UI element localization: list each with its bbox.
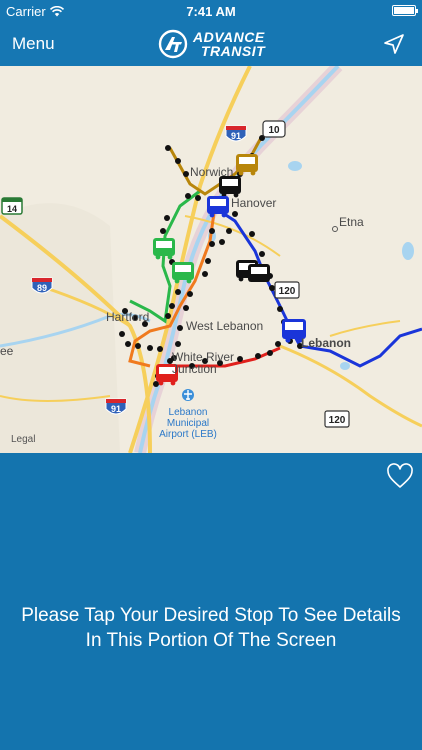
label-junction: Junction <box>172 362 217 376</box>
shield-us10-label: 10 <box>268 125 280 136</box>
airport-icon <box>182 389 194 401</box>
shield-vt14-label: 14 <box>7 204 17 214</box>
logo-mark-icon <box>158 29 188 59</box>
location-button[interactable] <box>382 32 406 61</box>
label-partial-left: ee <box>0 344 14 358</box>
label-airport-3: Airport (LEB) <box>159 429 217 440</box>
label-airport-1: Lebanon <box>169 407 208 418</box>
status-bar: Carrier 7:41 AM <box>0 0 422 22</box>
shield-nh120-a: 120 <box>274 281 300 299</box>
shield-vt14: 14 <box>1 197 23 215</box>
shield-i91-top-label: 91 <box>231 131 241 141</box>
label-norwich: Norwich <box>190 165 233 179</box>
label-west-lebanon: West Lebanon <box>186 319 263 333</box>
nav-bar: Menu ADVANCE TRANSIT <box>0 22 422 66</box>
shield-nh120-b-label: 120 <box>329 415 346 426</box>
route-map[interactable]: 91 10 14 89 120 120 91 Norwich Hanover E… <box>0 66 422 453</box>
stop-instruction: Please Tap Your Desired Stop To See Deta… <box>0 603 422 653</box>
favorite-button[interactable] <box>386 463 414 494</box>
shield-i89: 89 <box>31 277 53 294</box>
shield-i89-label: 89 <box>37 283 47 293</box>
status-time: 7:41 AM <box>186 4 236 19</box>
label-hartford: Hartford <box>106 310 149 324</box>
shield-nh120-a-label: 120 <box>279 286 296 297</box>
app-logo: ADVANCE TRANSIT <box>158 26 265 62</box>
logo-text: ADVANCE TRANSIT <box>193 30 265 58</box>
stop-detail-panel: Please Tap Your Desired Stop To See Deta… <box>0 453 422 750</box>
map-canvas[interactable]: 91 10 14 89 120 120 91 Norwich Hanover E… <box>0 66 422 453</box>
heart-outline-icon <box>387 463 413 488</box>
stop-instruction-line2: In This Portion Of The Screen <box>85 630 337 651</box>
map-legal-link[interactable]: Legal <box>11 434 35 445</box>
label-etna: Etna <box>339 215 364 229</box>
label-lebanon: Lebanon <box>301 336 351 350</box>
menu-button[interactable]: Menu <box>12 34 55 54</box>
location-arrow-icon <box>384 34 404 54</box>
label-hanover: Hanover <box>231 196 276 210</box>
shield-i91-bottom-label: 91 <box>111 404 121 414</box>
shield-us10: 10 <box>262 120 286 138</box>
logo-line1: ADVANCE <box>193 29 265 45</box>
battery-icon <box>392 5 418 16</box>
shield-i91-bottom: 91 <box>105 398 127 415</box>
label-airport-2: Municipal <box>167 418 209 429</box>
shield-nh120-b: 120 <box>324 410 350 428</box>
logo-line2: TRANSIT <box>201 43 266 59</box>
shield-i91-top: 91 <box>225 125 247 142</box>
stop-instruction-line1: Please Tap Your Desired Stop To See Deta… <box>21 605 401 626</box>
battery-fill <box>394 7 414 14</box>
